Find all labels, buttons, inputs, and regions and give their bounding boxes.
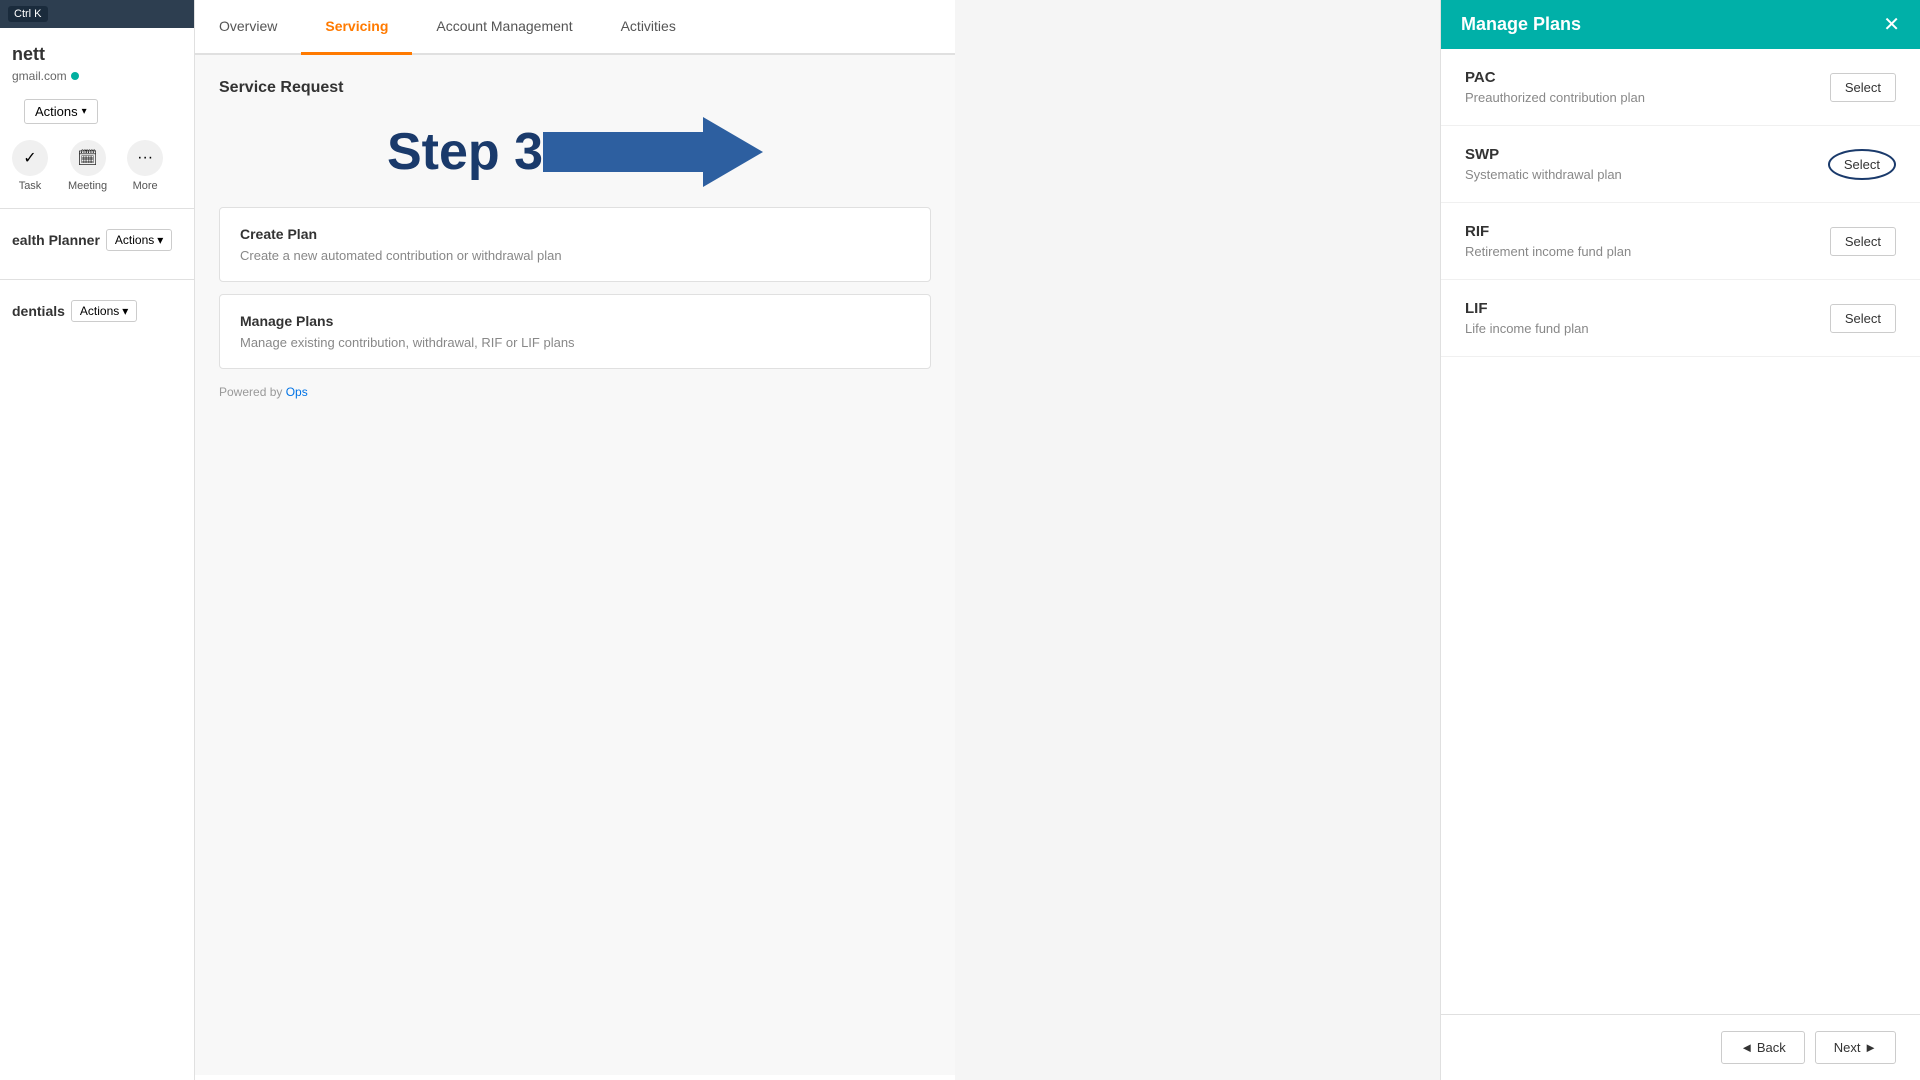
more-icon: ··· (127, 140, 163, 176)
back-button[interactable]: ◄ Back (1721, 1031, 1804, 1064)
create-plan-title: Create Plan (240, 226, 910, 242)
next-button[interactable]: Next ► (1815, 1031, 1896, 1064)
tab-account-management[interactable]: Account Management (412, 0, 596, 55)
rif-desc: Retirement income fund plan (1465, 244, 1631, 259)
create-plan-card[interactable]: Create Plan Create a new automated contr… (219, 207, 931, 282)
panel-title: Manage Plans (1461, 14, 1581, 35)
sidebar-quick-actions: ✓ Task 🗓 Meeting ··· More (0, 132, 194, 200)
lif-select-button[interactable]: Select (1830, 304, 1896, 333)
health-planner-section: ealth Planner Actions ▾ (0, 217, 194, 271)
rif-info: RIF Retirement income fund plan (1465, 223, 1631, 259)
swp-select-button[interactable]: Select (1828, 149, 1896, 180)
credentials-actions-button[interactable]: Actions ▾ (71, 300, 137, 322)
pac-select-button[interactable]: Select (1830, 73, 1896, 102)
health-planner-title: ealth Planner (12, 232, 100, 248)
health-planner-chevron-icon: ▾ (157, 233, 163, 247)
panel-body: PAC Preauthorized contribution plan Sele… (1441, 49, 1920, 1014)
credentials-chevron-icon: ▾ (122, 304, 128, 318)
task-icon-item[interactable]: ✓ Task (12, 140, 48, 192)
tabs-bar: Overview Servicing Account Management Ac… (195, 0, 955, 55)
rif-select-button[interactable]: Select (1830, 227, 1896, 256)
create-plan-desc: Create a new automated contribution or w… (240, 248, 910, 263)
swp-code: SWP (1465, 146, 1622, 163)
pac-desc: Preauthorized contribution plan (1465, 90, 1645, 105)
step3-banner: Step 3 (219, 117, 931, 187)
step3-arrow-icon (543, 117, 763, 187)
panel-close-button[interactable]: ✕ (1883, 15, 1900, 35)
pac-info: PAC Preauthorized contribution plan (1465, 69, 1645, 105)
task-icon: ✓ (12, 140, 48, 176)
tab-overview[interactable]: Overview (195, 0, 301, 55)
task-label: Task (19, 180, 42, 192)
actions-button[interactable]: Actions ▾ (24, 99, 98, 124)
lif-code: LIF (1465, 300, 1589, 317)
contact-name: nett (12, 44, 182, 65)
swp-desc: Systematic withdrawal plan (1465, 167, 1622, 182)
manage-plans-panel: Manage Plans ✕ PAC Preauthorized contrib… (1440, 0, 1920, 1080)
credentials-actions: dentials Actions ▾ (12, 300, 182, 322)
manage-plans-title: Manage Plans (240, 313, 910, 329)
contact-info: nett gmail.com (0, 28, 194, 91)
contact-email: gmail.com (12, 69, 182, 83)
meeting-icon: 🗓 (70, 140, 106, 176)
meeting-label: Meeting (68, 180, 107, 192)
manage-plans-card[interactable]: Manage Plans Manage existing contributio… (219, 294, 931, 369)
ops-link[interactable]: Ops (286, 385, 308, 399)
plan-item-lif: LIF Life income fund plan Select (1441, 280, 1920, 357)
more-label: More (133, 180, 158, 192)
more-icon-item[interactable]: ··· More (127, 140, 163, 192)
plan-item-pac: PAC Preauthorized contribution plan Sele… (1441, 49, 1920, 126)
main-body: Service Request Step 3 Create Plan Creat… (195, 55, 955, 1075)
actions-chevron-icon: ▾ (82, 106, 87, 117)
pac-code: PAC (1465, 69, 1645, 86)
rif-code: RIF (1465, 223, 1631, 240)
main-content: Overview Servicing Account Management Ac… (195, 0, 955, 1080)
plan-item-rif: RIF Retirement income fund plan Select (1441, 203, 1920, 280)
meeting-icon-item[interactable]: 🗓 Meeting (68, 140, 107, 192)
sidebar-divider-1 (0, 208, 194, 209)
powered-by: Powered by Ops (219, 385, 931, 399)
health-planner-actions: ealth Planner Actions ▾ (12, 229, 182, 251)
tab-servicing[interactable]: Servicing (301, 0, 412, 55)
tab-activities[interactable]: Activities (597, 0, 700, 55)
health-planner-actions-button[interactable]: Actions ▾ (106, 229, 172, 251)
credentials-title: dentials (12, 303, 65, 319)
swp-info: SWP Systematic withdrawal plan (1465, 146, 1622, 182)
panel-header: Manage Plans ✕ (1441, 0, 1920, 49)
sidebar: Ctrl K nett gmail.com Actions ▾ ✓ Task 🗓… (0, 0, 195, 1080)
section-title: Service Request (219, 79, 931, 97)
ctrl-k-label: Ctrl K (8, 6, 48, 22)
lif-desc: Life income fund plan (1465, 321, 1589, 336)
panel-footer: ◄ Back Next ► (1441, 1014, 1920, 1080)
manage-plans-desc: Manage existing contribution, withdrawal… (240, 335, 910, 350)
credentials-section: dentials Actions ▾ (0, 288, 194, 342)
lif-info: LIF Life income fund plan (1465, 300, 1589, 336)
sidebar-divider-2 (0, 279, 194, 280)
email-status-dot (71, 72, 79, 80)
step3-text: Step 3 (387, 122, 543, 182)
plan-item-swp: SWP Systematic withdrawal plan Select (1441, 126, 1920, 203)
sidebar-top-bar: Ctrl K (0, 0, 194, 28)
